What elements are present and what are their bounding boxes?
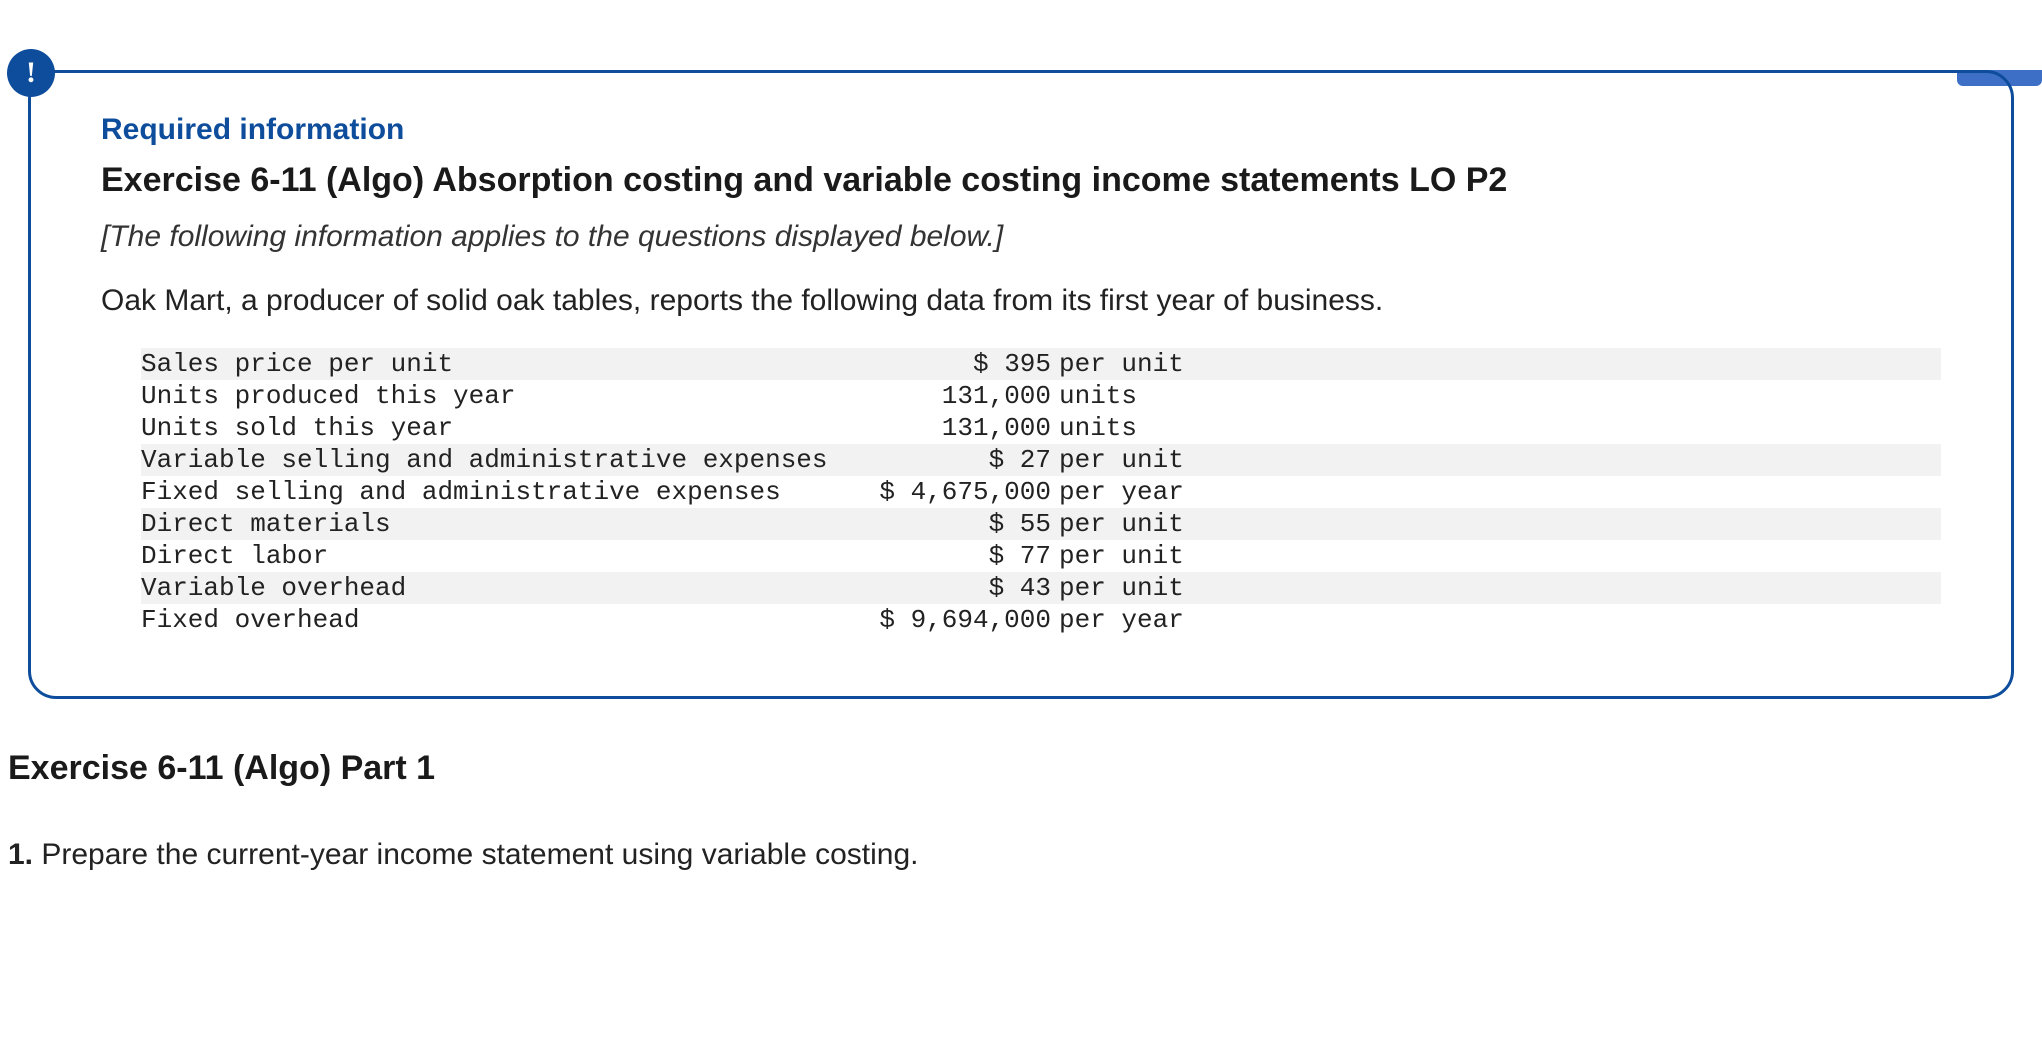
data-row-unit: per year <box>1051 605 1219 635</box>
data-row: Variable selling and administrative expe… <box>141 444 1941 476</box>
data-row-unit: per unit <box>1051 541 1219 571</box>
data-row-amount: $ 4,675,000 <box>841 477 1051 507</box>
data-row-amount: $ 43 <box>841 573 1051 603</box>
data-row-unit: units <box>1051 381 1219 411</box>
data-row-label: Fixed overhead <box>141 605 841 635</box>
data-row-unit: per year <box>1051 477 1219 507</box>
data-row: Variable overhead$ 43per unit <box>141 572 1941 604</box>
instruction-text: Prepare the current-year income statemen… <box>33 838 918 871</box>
exercise-title: Exercise 6-11 (Algo) Absorption costing … <box>101 161 1941 200</box>
data-row-amount: $ 395 <box>841 349 1051 379</box>
exercise-page: ! Required information Exercise 6-11 (Al… <box>0 70 2042 1040</box>
data-row-unit: per unit <box>1051 445 1219 475</box>
important-icon: ! <box>7 49 55 97</box>
data-row: Direct labor$ 77per unit <box>141 540 1941 572</box>
data-row-amount: $ 27 <box>841 445 1051 475</box>
data-row-amount: $ 77 <box>841 541 1051 571</box>
data-row-amount: 131,000 <box>841 413 1051 443</box>
required-information-box: ! Required information Exercise 6-11 (Al… <box>28 70 2014 699</box>
data-row-label: Variable selling and administrative expe… <box>141 445 841 475</box>
data-row-amount: 131,000 <box>841 381 1051 411</box>
data-row: Sales price per unit$ 395per unit <box>141 348 1941 380</box>
data-row-amount: $ 9,694,000 <box>841 605 1051 635</box>
intro-paragraph: Oak Mart, a producer of solid oak tables… <box>101 284 1941 318</box>
required-information-label: Required information <box>101 113 1941 147</box>
data-row-label: Fixed selling and administrative expense… <box>141 477 841 507</box>
data-row: Units sold this year131,000units <box>141 412 1941 444</box>
data-row-label: Direct labor <box>141 541 841 571</box>
data-row-label: Direct materials <box>141 509 841 539</box>
data-row-unit: per unit <box>1051 349 1219 379</box>
data-row: Fixed selling and administrative expense… <box>141 476 1941 508</box>
data-row-label: Units produced this year <box>141 381 841 411</box>
data-row-label: Units sold this year <box>141 413 841 443</box>
instruction-line: 1. Prepare the current-year income state… <box>8 838 2042 872</box>
data-row-unit: units <box>1051 413 1219 443</box>
data-row-unit: per unit <box>1051 573 1219 603</box>
data-table: Sales price per unit$ 395per unitUnits p… <box>101 348 1941 636</box>
data-row: Fixed overhead$ 9,694,000per year <box>141 604 1941 636</box>
data-row: Units produced this year131,000units <box>141 380 1941 412</box>
instruction-number: 1. <box>8 838 33 871</box>
data-row-label: Sales price per unit <box>141 349 841 379</box>
data-row-label: Variable overhead <box>141 573 841 603</box>
applies-note: [The following information applies to th… <box>101 220 1941 254</box>
data-row: Direct materials$ 55per unit <box>141 508 1941 540</box>
data-row-unit: per unit <box>1051 509 1219 539</box>
part-title: Exercise 6-11 (Algo) Part 1 <box>8 749 2042 788</box>
data-row-amount: $ 55 <box>841 509 1051 539</box>
